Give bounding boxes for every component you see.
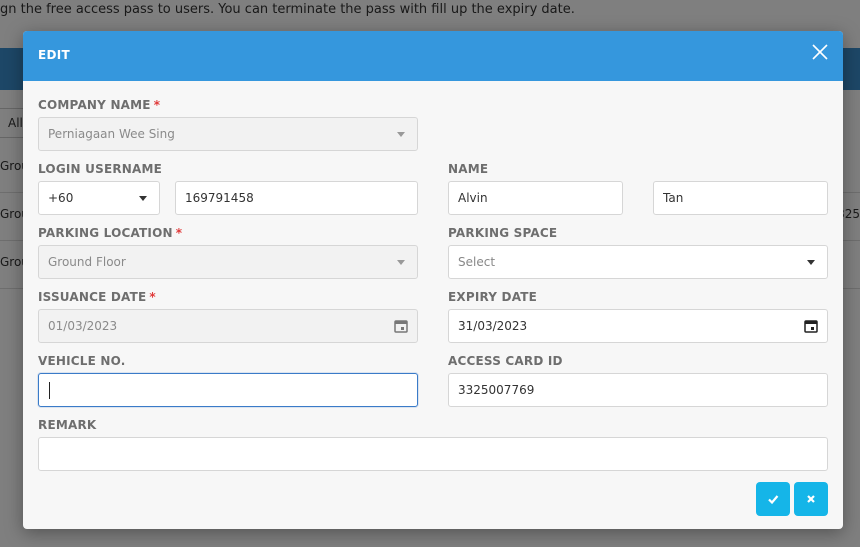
first-name-input[interactable]: Alvin bbox=[448, 181, 623, 215]
x-icon bbox=[807, 495, 815, 503]
calendar-icon[interactable] bbox=[804, 319, 818, 333]
remark-label: REMARK bbox=[38, 418, 97, 432]
parking-space-label: PARKING SPACE bbox=[448, 226, 558, 240]
vehicle-no-label: VEHICLE NO. bbox=[38, 354, 126, 368]
text-cursor bbox=[49, 381, 50, 399]
confirm-button[interactable] bbox=[756, 482, 790, 516]
chevron-down-icon bbox=[397, 131, 405, 137]
company-name-label: COMPANY NAME * bbox=[38, 98, 161, 112]
parking-location-select[interactable]: Ground Floor bbox=[38, 245, 418, 279]
access-card-id-input[interactable]: 3325007769 bbox=[448, 373, 828, 407]
expiry-date-input[interactable]: 31/03/2023 bbox=[448, 309, 828, 343]
login-username-label: LOGIN USERNAME bbox=[38, 162, 163, 176]
login-username-input[interactable]: 169791458 bbox=[175, 181, 418, 215]
name-label: NAME bbox=[448, 162, 489, 176]
checkmark-icon bbox=[768, 495, 779, 505]
issuance-date-input[interactable]: 01/03/2023 bbox=[38, 309, 418, 343]
country-code-select[interactable]: +60 bbox=[38, 181, 160, 215]
last-name-input[interactable]: Tan bbox=[653, 181, 828, 215]
close-icon[interactable] bbox=[809, 41, 831, 63]
modal-header: EDIT bbox=[23, 31, 843, 81]
calendar-icon[interactable] bbox=[394, 319, 408, 333]
issuance-date-label: ISSUANCE DATE * bbox=[38, 290, 156, 304]
vehicle-no-input[interactable] bbox=[38, 373, 418, 407]
expiry-date-label: EXPIRY DATE bbox=[448, 290, 538, 304]
chevron-down-icon bbox=[139, 195, 147, 201]
chevron-down-icon bbox=[807, 259, 815, 265]
modal-title: EDIT bbox=[38, 48, 71, 62]
company-name-select[interactable]: Perniagaan Wee Sing bbox=[38, 117, 418, 151]
remark-input[interactable] bbox=[38, 437, 828, 471]
parking-space-select[interactable]: Select bbox=[448, 245, 828, 279]
cancel-button[interactable] bbox=[794, 482, 828, 516]
edit-modal: EDIT COMPANY NAME * Perniagaan Wee Sing L… bbox=[23, 31, 843, 529]
access-card-id-label: ACCESS CARD ID bbox=[448, 354, 563, 368]
chevron-down-icon bbox=[397, 259, 405, 265]
parking-location-label: PARKING LOCATION * bbox=[38, 226, 183, 240]
